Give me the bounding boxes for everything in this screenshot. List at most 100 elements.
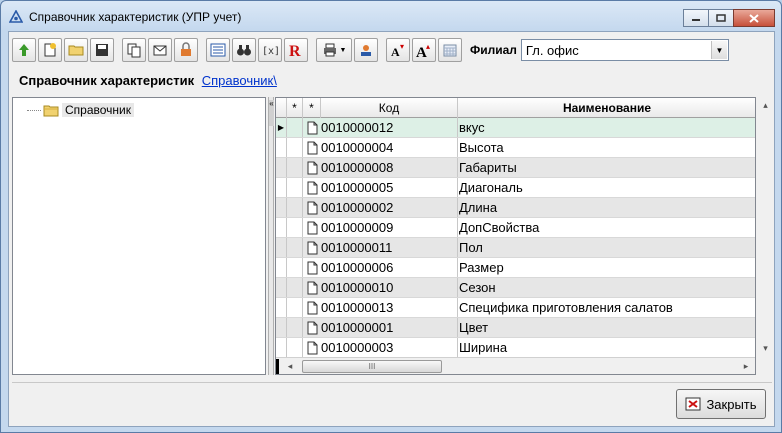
code-cell[interactable]: 0010000011 (321, 238, 458, 257)
scroll-down-icon[interactable]: ▾ (757, 340, 774, 357)
tree-item-root[interactable]: Справочник (27, 103, 134, 117)
close-window-button[interactable] (733, 9, 775, 27)
horizontal-scrollbar[interactable]: ◂ III ▸ (276, 357, 755, 374)
mail-button[interactable] (148, 38, 172, 62)
name-cell[interactable]: Специфика приготовления салатов (458, 298, 755, 317)
document-icon (303, 338, 321, 357)
name-cell[interactable]: Цвет (458, 318, 755, 337)
new-item-button[interactable] (38, 38, 62, 62)
name-cell[interactable]: ДопСвойства (458, 218, 755, 237)
lock-button[interactable] (174, 38, 198, 62)
code-cell[interactable]: 0010000005 (321, 178, 458, 197)
name-cell[interactable]: Габариты (458, 158, 755, 177)
splitter-grip-icon[interactable]: « (269, 100, 274, 126)
stamp-icon (361, 45, 371, 56)
minimize-icon (692, 19, 700, 21)
client-area: [x] R ▼ A▾ A▴ Филиал (8, 31, 775, 427)
maximize-button[interactable] (708, 9, 734, 27)
document-icon (303, 118, 321, 137)
folder-icon (43, 105, 59, 117)
icon-column-header[interactable]: * (303, 98, 321, 118)
print-button[interactable]: ▼ (316, 38, 352, 62)
panel-splitter[interactable]: « (268, 97, 274, 375)
row-indicator (276, 258, 287, 277)
list-view-button[interactable] (206, 38, 230, 62)
scroll-up-icon[interactable]: ▴ (757, 97, 774, 114)
row-indicator (276, 338, 287, 357)
page-title: Справочник характеристик (19, 73, 195, 88)
document-icon (303, 218, 321, 237)
breadcrumb-link[interactable]: Справочник\ (202, 73, 277, 88)
filial-label: Филиал (470, 43, 517, 57)
name-cell[interactable]: Пол (458, 238, 755, 257)
copy-button[interactable] (122, 38, 146, 62)
name-cell[interactable]: Размер (458, 258, 755, 277)
name-cell[interactable]: Диагональ (458, 178, 755, 197)
variables-button[interactable]: [x] (258, 38, 282, 62)
code-column-header[interactable]: Код (321, 98, 458, 118)
code-cell[interactable]: 0010000001 (321, 318, 458, 337)
save-button[interactable] (90, 38, 114, 62)
minimize-button[interactable] (683, 9, 709, 27)
font-increase-button[interactable]: A ▴ (412, 38, 436, 62)
code-cell[interactable]: 0010000009 (321, 218, 458, 237)
font-decrease-button[interactable]: A ▾ (386, 38, 410, 62)
table-row[interactable]: 0010000002 Длина (276, 198, 755, 218)
grid-body: ▶ 0010000012 вкус 0010000004 Высота 001000000… (276, 118, 755, 358)
name-cell[interactable]: Сезон (458, 278, 755, 297)
row-star-cell (287, 158, 303, 177)
code-cell[interactable]: 0010000002 (321, 198, 458, 217)
table-row[interactable]: 0010000013 Специфика приготовления салато… (276, 298, 755, 318)
report-button[interactable]: R (284, 38, 308, 62)
table-row[interactable]: 0010000005 Диагональ (276, 178, 755, 198)
envelope-icon (153, 45, 167, 56)
new-folder-button[interactable] (64, 38, 88, 62)
calendar-button[interactable] (438, 38, 462, 62)
star-column-header[interactable]: * (287, 98, 303, 118)
stamp-button[interactable] (354, 38, 378, 62)
code-cell[interactable]: 0010000008 (321, 158, 458, 177)
title-bar[interactable]: Справочник характеристик (УПР учет) (1, 1, 781, 31)
table-row[interactable]: 0010000006 Размер (276, 258, 755, 278)
filial-select[interactable]: Гл. офис ▼ (520, 39, 729, 61)
name-cell[interactable]: Ширина (458, 338, 755, 357)
table-row[interactable]: 0010000010 Сезон (276, 278, 755, 298)
table-row[interactable]: 0010000011 Пол (276, 238, 755, 258)
row-indicator (276, 318, 287, 337)
scroll-marker (276, 359, 279, 374)
code-cell[interactable]: 0010000003 (321, 338, 458, 357)
code-cell[interactable]: 0010000013 (321, 298, 458, 317)
scroll-left-icon[interactable]: ◂ (282, 359, 298, 374)
code-cell[interactable]: 0010000010 (321, 278, 458, 297)
row-star-cell (287, 338, 303, 357)
name-cell[interactable]: Длина (458, 198, 755, 217)
new-document-icon (44, 43, 56, 57)
code-cell[interactable]: 0010000012 (321, 118, 458, 137)
table-row[interactable]: 0010000008 Габариты (276, 158, 755, 178)
svg-text:A: A (391, 45, 400, 58)
table-row[interactable]: 0010000004 Высота (276, 138, 755, 158)
scrollbar-thumb[interactable]: III (302, 360, 442, 373)
name-column-header[interactable]: Наименование (458, 98, 755, 118)
app-icon (9, 10, 23, 23)
document-icon (303, 258, 321, 277)
vertical-scrollbar[interactable]: ▴ ▾ (757, 97, 774, 375)
chevron-down-icon[interactable]: ▼ (710, 41, 727, 59)
go-up-button[interactable] (12, 38, 36, 62)
table-row[interactable]: 0010000001 Цвет (276, 318, 755, 338)
name-cell[interactable]: Высота (458, 138, 755, 157)
table-row[interactable]: ▶ 0010000012 вкус (276, 118, 755, 138)
name-cell[interactable]: вкус (458, 118, 755, 137)
close-button[interactable]: Закрыть (676, 389, 766, 419)
row-star-cell (287, 258, 303, 277)
find-button[interactable] (232, 38, 256, 62)
table-row[interactable]: 0010000003 Ширина (276, 338, 755, 358)
tree-panel: Справочник (12, 97, 266, 375)
row-star-cell (287, 138, 303, 157)
code-cell[interactable]: 0010000004 (321, 138, 458, 157)
code-cell[interactable]: 0010000006 (321, 258, 458, 277)
document-icon (303, 158, 321, 177)
scroll-right-icon[interactable]: ▸ (738, 359, 754, 374)
svg-text:▴: ▴ (426, 42, 430, 51)
table-row[interactable]: 0010000009 ДопСвойства (276, 218, 755, 238)
